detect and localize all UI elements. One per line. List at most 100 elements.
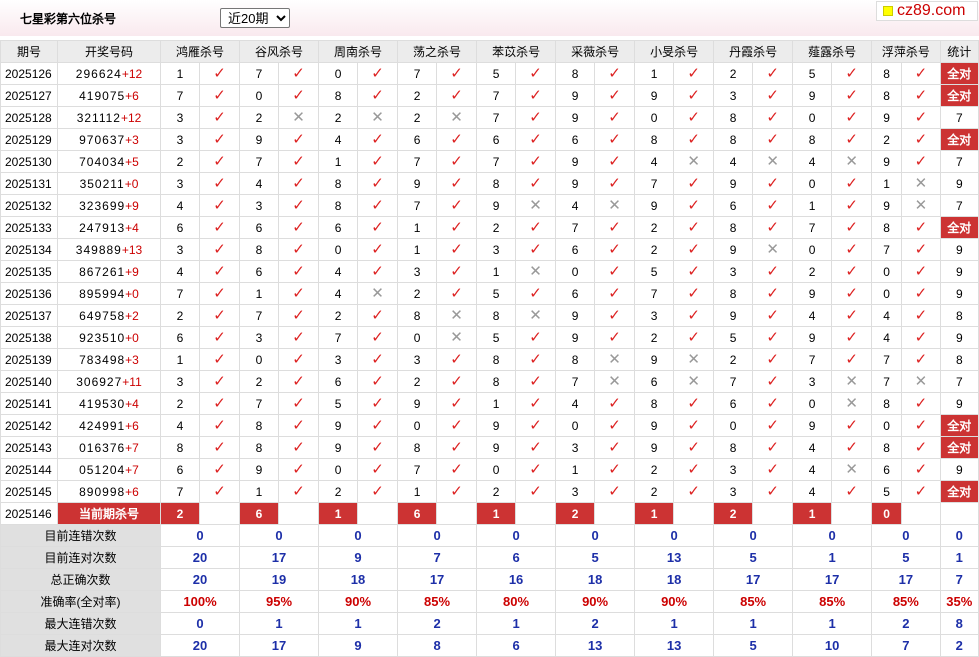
kill-value: 2 xyxy=(318,304,359,327)
check-icon: ✓ xyxy=(673,326,715,349)
issue-number: 2025126 xyxy=(0,62,58,85)
col-header-expert: 鸿雁杀号 xyxy=(159,40,241,63)
check-icon: ✓ xyxy=(594,414,636,437)
check-icon: ✓ xyxy=(752,62,794,85)
check-icon: ✓ xyxy=(198,238,241,261)
brand-logo[interactable]: cz89.com xyxy=(876,1,978,21)
correct-count: 7 xyxy=(939,194,979,217)
kill-value: 3 xyxy=(476,238,517,261)
stats-value: 1 xyxy=(239,612,320,635)
kill-value: 6 xyxy=(318,370,359,393)
check-icon: ✓ xyxy=(357,480,399,503)
check-icon: ✓ xyxy=(752,348,794,371)
kill-value: 2 xyxy=(871,128,903,151)
kill-value: 0 xyxy=(318,62,359,85)
kill-value: 2 xyxy=(318,106,359,129)
all-correct-badge: 全对 xyxy=(939,436,979,459)
stats-value: 1 xyxy=(792,546,873,569)
kill-value: 7 xyxy=(397,150,438,173)
table-row: 2025138 923510+0 6 ✓ 3 ✓ 7 ✓ 0 ✕ 5 ✓ 9 ✓ 2 ✓ 5 ✓ 9 ✓ 4 ✓ 9 xyxy=(0,326,979,349)
draw-plus: +6 xyxy=(125,418,139,433)
kill-value: 1 xyxy=(871,172,903,195)
current-kill-blank xyxy=(673,502,715,525)
stats-value: 8 xyxy=(397,634,478,657)
check-icon: ✓ xyxy=(594,62,636,85)
issue-number: 2025134 xyxy=(0,238,58,261)
check-icon: ✓ xyxy=(752,128,794,151)
check-icon: ✓ xyxy=(198,282,241,305)
cross-icon: ✕ xyxy=(594,370,636,393)
check-icon: ✓ xyxy=(198,106,241,129)
draw-digits: 323699 xyxy=(79,198,126,213)
draw-digits: 419530 xyxy=(79,396,126,411)
check-icon: ✓ xyxy=(357,392,399,415)
check-icon: ✓ xyxy=(436,370,478,393)
draw-number: 296624+12 xyxy=(57,62,161,85)
check-icon: ✓ xyxy=(673,392,715,415)
check-icon: ✓ xyxy=(673,216,715,239)
kill-value: 2 xyxy=(239,106,280,129)
page-title: 七星彩第六位杀号 xyxy=(20,12,117,26)
kill-value: 8 xyxy=(476,304,517,327)
kill-value: 0 xyxy=(792,392,833,415)
check-icon: ✓ xyxy=(436,84,478,107)
check-icon: ✓ xyxy=(357,62,399,85)
check-icon: ✓ xyxy=(278,194,320,217)
check-icon: ✓ xyxy=(515,480,557,503)
check-icon: ✓ xyxy=(198,216,241,239)
kill-value: 3 xyxy=(160,238,200,261)
check-icon: ✓ xyxy=(198,414,241,437)
cross-icon: ✕ xyxy=(673,150,715,173)
all-correct-badge: 全对 xyxy=(939,480,979,503)
draw-plus: +7 xyxy=(125,462,139,477)
check-icon: ✓ xyxy=(752,194,794,217)
kill-value: 8 xyxy=(713,216,754,239)
kill-value: 7 xyxy=(160,282,200,305)
check-icon: ✓ xyxy=(278,216,320,239)
check-icon: ✓ xyxy=(752,172,794,195)
check-icon: ✓ xyxy=(515,150,557,173)
kill-value: 6 xyxy=(555,282,596,305)
check-icon: ✓ xyxy=(436,480,478,503)
draw-digits: 321112 xyxy=(76,110,121,125)
cross-icon: ✕ xyxy=(515,260,557,283)
draw-plus: +0 xyxy=(124,176,139,191)
check-icon: ✓ xyxy=(752,370,794,393)
check-icon: ✓ xyxy=(831,216,873,239)
kill-value: 4 xyxy=(318,260,359,283)
draw-plus: +2 xyxy=(125,308,139,323)
draw-plus: +12 xyxy=(121,66,143,81)
current-kill-blank xyxy=(831,502,873,525)
kill-value: 2 xyxy=(476,216,517,239)
cross-icon: ✕ xyxy=(901,370,941,393)
kill-value: 6 xyxy=(555,128,596,151)
check-icon: ✓ xyxy=(831,480,873,503)
check-icon: ✓ xyxy=(357,216,399,239)
stats-label: 准确率(全对率) xyxy=(0,590,161,613)
kill-value: 9 xyxy=(555,150,596,173)
stats-value: 20 xyxy=(159,634,241,657)
kill-value: 5 xyxy=(871,480,903,503)
stats-value: 5 xyxy=(871,546,941,569)
kill-value: 9 xyxy=(239,128,280,151)
check-icon: ✓ xyxy=(752,458,794,481)
kill-value: 9 xyxy=(318,414,359,437)
check-icon: ✓ xyxy=(901,436,941,459)
kill-value: 3 xyxy=(634,304,675,327)
table-row: 2025144 051204+7 6 ✓ 9 ✓ 0 ✓ 7 ✓ 0 ✓ 1 ✓ 2 ✓ 3 ✓ 4 ✕ 6 ✓ 9 xyxy=(0,458,979,481)
check-icon: ✓ xyxy=(436,62,478,85)
stats-value: 19 xyxy=(239,568,320,591)
kill-value: 2 xyxy=(634,238,675,261)
check-icon: ✓ xyxy=(515,282,557,305)
kill-value: 9 xyxy=(555,84,596,107)
check-icon: ✓ xyxy=(278,304,320,327)
kill-value: 9 xyxy=(634,436,675,459)
period-select[interactable]: 近20期 xyxy=(220,8,290,28)
draw-digits: 051204 xyxy=(79,462,126,477)
kill-value: 9 xyxy=(713,304,754,327)
kill-value: 7 xyxy=(239,62,280,85)
kill-value: 4 xyxy=(792,304,833,327)
check-icon: ✓ xyxy=(831,194,873,217)
kill-value: 8 xyxy=(160,436,200,459)
kill-value: 5 xyxy=(792,62,833,85)
